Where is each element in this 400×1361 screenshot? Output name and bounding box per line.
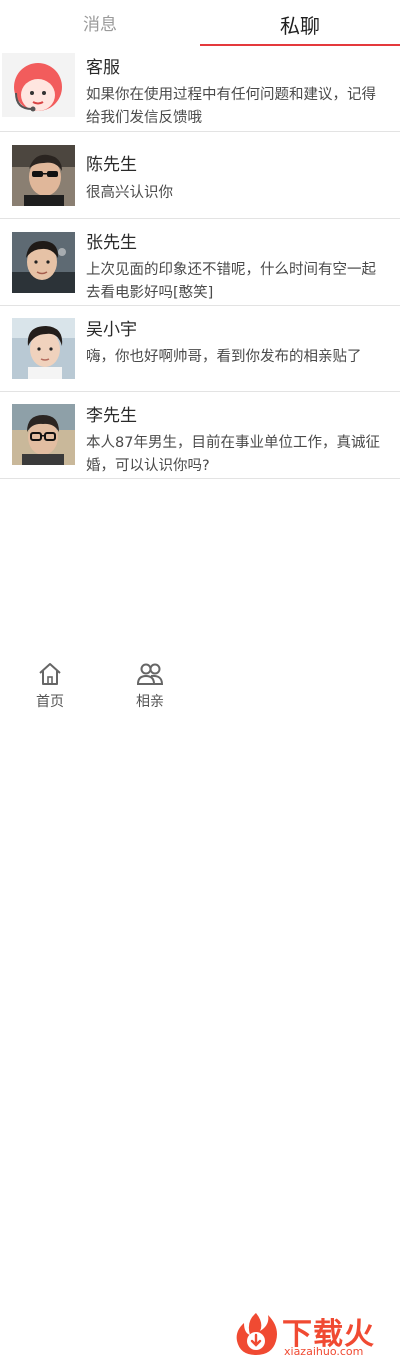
flame-logo-icon: [236, 1313, 277, 1355]
conversation-preview: 很高兴认识你: [86, 185, 173, 201]
user-photo-avatar: [12, 232, 75, 293]
user-photo-avatar: [12, 404, 75, 465]
conversation-name: 客服: [86, 58, 120, 78]
top-tab-bar: 消息 私聊: [0, 0, 400, 46]
conversation-item[interactable]: 陈先生 很高兴认识你: [0, 132, 400, 219]
conversation-name: 李先生: [86, 406, 137, 426]
tab-messages[interactable]: 消息: [0, 0, 200, 46]
nav-match[interactable]: 相亲: [120, 652, 180, 711]
user-photo-avatar: [12, 145, 75, 206]
nav-home[interactable]: 首页: [20, 652, 80, 711]
conversation-preview: 嗨，你也好啊帅哥，看到你发布的相亲贴了: [86, 349, 362, 365]
conversation-item[interactable]: 客服 如果你在使用过程中有任何问题和建议，记得给我们发信反馈哦: [0, 46, 400, 132]
conversation-preview: 上次见面的印象还不错呢，什么时间有空一起去看电影好吗[憨笑]: [86, 262, 376, 301]
customer-service-avatar: [2, 53, 75, 117]
nav-match-label: 相亲: [136, 694, 164, 710]
tab-messages-label: 消息: [83, 15, 117, 35]
conversation-preview: 如果你在使用过程中有任何问题和建议，记得给我们发信反馈哦: [86, 87, 376, 126]
conversation-preview: 本人87年男生，目前在事业单位工作，真诚征婚，可以认识你吗?: [86, 435, 380, 474]
conversation-item[interactable]: 吴小宇 嗨，你也好啊帅哥，看到你发布的相亲贴了: [0, 306, 400, 392]
nav-home-label: 首页: [36, 694, 64, 710]
conversation-item[interactable]: 李先生 本人87年男生，目前在事业单位工作，真诚征婚，可以认识你吗?: [0, 392, 400, 479]
tab-private-chat[interactable]: 私聊: [200, 0, 400, 46]
watermark-domain: xiazaihuo.com: [284, 1345, 364, 1358]
watermark: 下载火 xiazaihuo.com: [230, 1309, 395, 1361]
conversation-name: 陈先生: [86, 155, 137, 175]
bottom-navigation: 首页 相亲 下载火 xiazaihuo.com: [0, 652, 400, 1358]
people-icon: [136, 663, 164, 685]
user-photo-avatar: [12, 318, 75, 379]
conversation-name: 吴小宇: [86, 320, 137, 340]
conversation-list: 客服 如果你在使用过程中有任何问题和建议，记得给我们发信反馈哦 陈先生 很高兴认…: [0, 46, 400, 479]
conversation-item[interactable]: 张先生 上次见面的印象还不错呢，什么时间有空一起去看电影好吗[憨笑]: [0, 219, 400, 306]
conversation-name: 张先生: [86, 233, 137, 253]
home-icon: [39, 663, 61, 685]
tab-private-chat-label: 私聊: [280, 14, 320, 38]
